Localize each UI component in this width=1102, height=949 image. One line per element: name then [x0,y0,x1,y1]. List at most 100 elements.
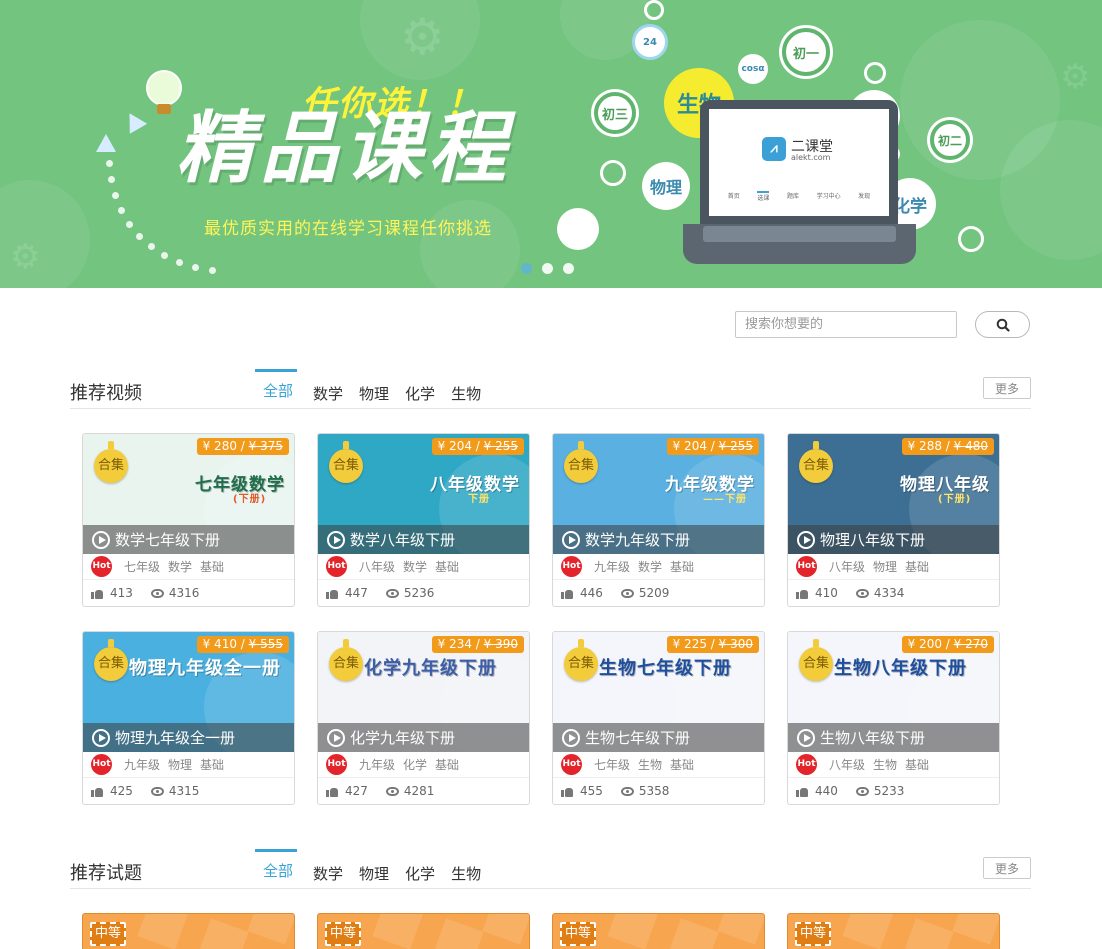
hot-icon: Hot [91,754,112,775]
play-icon[interactable] [327,530,345,549]
course-level: 基础 [200,560,225,574]
price-tag: ¥ 204 / ¥ 255 [431,438,524,455]
play-icon[interactable] [797,530,815,549]
course-thumbnail[interactable]: 九年级数学 ——下册 ¥ 204 / ¥ 255 合集 数学九年级下册 [553,434,764,554]
more-button[interactable]: 更多 [983,857,1031,879]
course-name[interactable]: 数学八年级下册 [350,529,455,550]
course-subject: 数学 [168,560,193,574]
course-card[interactable]: 生物八年级下册 ¥ 200 / ¥ 270 合集 生物八年级下册 Hot 八年级 生物 基础 4… [787,631,1000,805]
current-price: ¥ 225 / [672,637,719,651]
view-count: 4334 [873,586,905,600]
course-name[interactable]: 生物八年级下册 [820,727,925,748]
course-name-bar[interactable]: 数学八年级下册 [318,525,529,554]
course-name[interactable]: 物理八年级下册 [820,529,925,550]
tab-chemistry[interactable]: 化学 [405,369,435,409]
course-card[interactable]: 七年级数学 (下册) ¥ 280 / ¥ 375 合集 数学七年级下册 Hot 七年级 数学基… [82,433,295,607]
course-thumbnail[interactable]: 八年级数学 下册 ¥ 204 / ¥ 255 合集 数学八年级下册 [318,434,529,554]
difficulty-badge: 中等 [90,922,127,946]
bubble-physics: 物理 [642,162,690,210]
course-stats: 425 4315 [83,778,294,804]
tab-math[interactable]: 数学 [313,369,343,409]
exercise-card[interactable]: 中等 [82,913,295,949]
bubble-cos: cosα [738,54,768,84]
carousel-dot[interactable] [521,263,532,274]
course-card[interactable]: 九年级数学 ——下册 ¥ 204 / ¥ 255 合集 数学九年级下册 Hot 九年级 数学基… [552,433,765,607]
search-icon [996,318,1010,332]
course-name-bar[interactable]: 数学九年级下册 [553,525,764,554]
tab-physics[interactable]: 物理 [359,849,389,889]
arrow-icon [120,108,148,134]
play-icon[interactable] [562,728,580,747]
course-name-bar[interactable]: 化学九年级下册 [318,723,529,752]
course-name-bar[interactable]: 生物七年级下册 [553,723,764,752]
course-name[interactable]: 数学九年级下册 [585,529,690,550]
course-card[interactable]: 物理九年级全一册 ¥ 410 / ¥ 555 合集 物理九年级全一册 Hot 九年级 物理基… [82,631,295,805]
hero-banner[interactable]: ⚙ ⚙ ⚙ ⚙ 任你选！！ 精品课程 最优质实用的在线学习课程任你挑选 初三 初… [0,0,1102,288]
video-tabs: 全部 数学 物理 化学 生物 [255,369,497,409]
tab-all[interactable]: 全部 [255,369,298,409]
play-icon[interactable] [797,728,815,747]
course-thumbnail[interactable]: 化学九年级下册 ¥ 234 / ¥ 390 合集 化学九年级下册 [318,632,529,752]
carousel-dots[interactable] [521,263,574,274]
course-name[interactable]: 数学七年级下册 [115,529,220,550]
search-button[interactable] [975,311,1030,338]
view-count: 4281 [403,784,435,798]
more-button[interactable]: 更多 [983,377,1031,399]
price-tag: ¥ 204 / ¥ 255 [666,438,759,455]
course-name-bar[interactable]: 物理九年级全一册 [83,723,294,752]
exercise-card[interactable]: 中等 [787,913,1000,949]
course-card[interactable]: 八年级数学 下册 ¥ 204 / ¥ 255 合集 数学八年级下册 Hot 八年级 数学 基础 4… [317,433,530,607]
video-section-header: 推荐视频 全部 数学 物理 化学 生物 更多 [70,369,1031,409]
course-thumbnail[interactable]: 物理八年级 (下册) ¥ 288 / ¥ 480 合集 物理八年级下册 [788,434,999,554]
course-thumbnail[interactable]: 物理九年级全一册 ¥ 410 / ¥ 555 合集 物理九年级全一册 [83,632,294,752]
course-meta: Hot 九年级 化学 基础 [318,752,529,778]
play-icon[interactable] [327,728,345,747]
course-thumbnail[interactable]: 生物七年级下册 ¥ 225 / ¥ 300 合集 生物七年级下册 [553,632,764,752]
course-name-bar[interactable]: 物理八年级下册 [788,525,999,554]
tab-chemistry[interactable]: 化学 [405,849,435,889]
eye-icon [150,588,164,598]
course-card[interactable]: 化学九年级下册 ¥ 234 / ¥ 390 合集 化学九年级下册 Hot 九年级 化学 基础 4… [317,631,530,805]
play-icon[interactable] [92,530,110,549]
course-grade: 七年级 [594,758,631,772]
view-count: 4315 [168,784,200,798]
course-card[interactable]: 物理八年级 (下册) ¥ 288 / ¥ 480 合集 物理八年级下册 Hot 八年级 物理基… [787,433,1000,607]
eye-icon [385,588,399,598]
trail-dot [176,259,183,266]
course-name[interactable]: 生物七年级下册 [585,727,690,748]
course-card[interactable]: 生物七年级下册 ¥ 225 / ¥ 300 合集 生物七年级下册 Hot 七年级 生物 基础 4… [552,631,765,805]
tab-biology[interactable]: 生物 [451,849,481,889]
course-name-bar[interactable]: 生物八年级下册 [788,723,999,752]
tab-biology[interactable]: 生物 [451,369,481,409]
course-name[interactable]: 化学九年级下册 [350,727,455,748]
tab-math[interactable]: 数学 [313,849,343,889]
trail-dot [108,176,115,183]
play-icon[interactable] [92,728,110,747]
tab-all[interactable]: 全部 [255,849,298,889]
thumbs-up-icon [796,588,808,599]
thumbs-up-icon [91,588,103,599]
search-input[interactable] [735,311,957,338]
card-decoration [667,918,719,949]
exercise-card[interactable]: 中等 [552,913,765,949]
play-icon[interactable] [562,530,580,549]
course-thumbnail[interactable]: 生物八年级下册 ¥ 200 / ¥ 270 合集 生物八年级下册 [788,632,999,752]
course-thumbnail[interactable]: 七年级数学 (下册) ¥ 280 / ¥ 375 合集 数学七年级下册 [83,434,294,554]
laptop-nav-item: 发现 [858,193,871,200]
trail-dot [192,264,199,271]
thumbs-up-icon [91,786,103,797]
hot-icon: Hot [326,556,347,577]
tab-physics[interactable]: 物理 [359,369,389,409]
carousel-dot[interactable] [563,263,574,274]
original-price: ¥ 375 [248,439,283,453]
course-subject: 物理 [873,560,898,574]
carousel-dot[interactable] [542,263,553,274]
course-name-bar[interactable]: 数学七年级下册 [83,525,294,554]
course-name[interactable]: 物理九年级全一册 [115,727,235,748]
price-tag: ¥ 225 / ¥ 300 [666,636,759,653]
bubble-grade2: 初二 [930,120,970,160]
banner-title: 精品课程 [176,103,513,194]
thumbnail-subtitle: ——下册 [703,494,747,505]
exercise-card[interactable]: 中等 [317,913,530,949]
original-price: ¥ 300 [718,637,753,651]
